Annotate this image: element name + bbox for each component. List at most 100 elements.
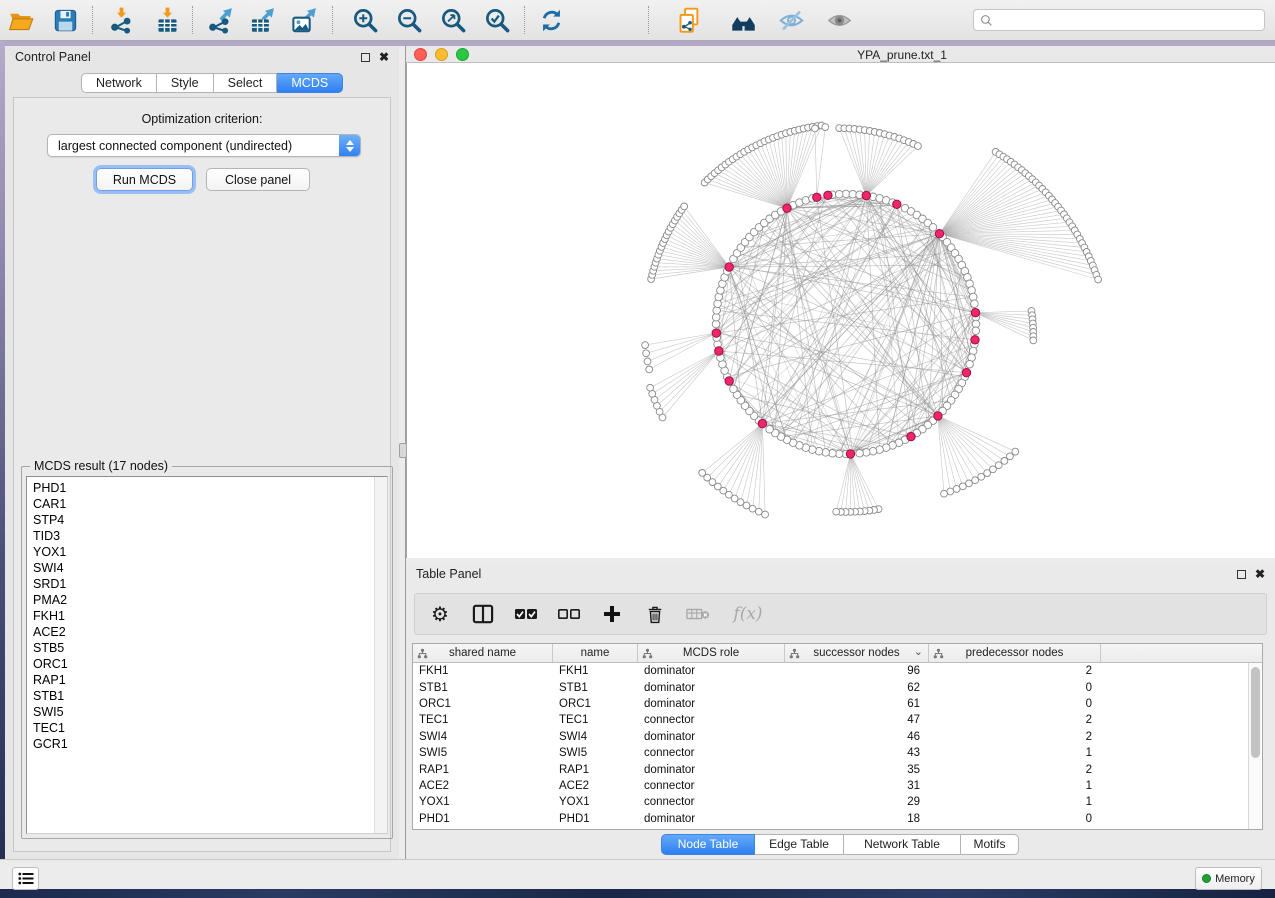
table-row[interactable]: ACE2 ACE2 connector 31 1 bbox=[413, 778, 1248, 794]
table-row[interactable]: SWI5 SWI5 connector 43 1 bbox=[413, 745, 1248, 761]
list-scrollbar[interactable] bbox=[374, 477, 387, 833]
mcds-node-item[interactable]: TEC1 bbox=[33, 720, 387, 736]
zoom-out-button[interactable] bbox=[393, 5, 425, 36]
table-row[interactable]: ORC1 ORC1 dominator 61 0 bbox=[413, 696, 1248, 712]
column-header-shared-name[interactable]: shared name bbox=[413, 644, 553, 662]
float-panel-icon[interactable] bbox=[361, 53, 370, 62]
show-all-button[interactable] bbox=[823, 5, 855, 36]
graph-node[interactable] bbox=[971, 300, 979, 308]
mcds-node[interactable] bbox=[725, 263, 733, 271]
tab-network[interactable]: Network bbox=[81, 73, 157, 93]
memory-button[interactable]: Memory bbox=[1195, 867, 1262, 890]
mcds-node-item[interactable]: TID3 bbox=[33, 528, 387, 544]
mcds-node-item[interactable]: RAP1 bbox=[33, 672, 387, 688]
traffic-light-zoom[interactable] bbox=[456, 48, 469, 61]
graph-node[interactable] bbox=[812, 125, 819, 132]
mcds-node[interactable] bbox=[783, 204, 791, 212]
tab-edge-table[interactable]: Edge Table bbox=[755, 834, 844, 855]
network-graph[interactable] bbox=[407, 63, 1275, 558]
graph-node[interactable] bbox=[929, 224, 937, 232]
mcds-node-item[interactable]: FKH1 bbox=[33, 608, 387, 624]
export-image-button[interactable] bbox=[287, 5, 319, 36]
network-canvas[interactable] bbox=[406, 63, 1275, 558]
mcds-node[interactable] bbox=[893, 200, 901, 208]
toggle-panes-button[interactable] bbox=[470, 601, 496, 627]
graph-node[interactable] bbox=[947, 488, 954, 495]
new-network-from-selection-button[interactable] bbox=[673, 5, 705, 36]
deselect-all-button[interactable] bbox=[556, 601, 582, 627]
mcds-node[interactable] bbox=[725, 377, 733, 385]
mcds-node-item[interactable]: STB5 bbox=[33, 640, 387, 656]
table-row[interactable]: STB1 STB1 dominator 62 0 bbox=[413, 679, 1248, 695]
graph-node[interactable] bbox=[646, 366, 653, 373]
delete-column-button[interactable] bbox=[642, 601, 668, 627]
column-header-successor-nodes[interactable]: successor nodes ⌄ bbox=[785, 644, 929, 662]
mcds-node-item[interactable]: CAR1 bbox=[33, 496, 387, 512]
mcds-node-item[interactable]: STP4 bbox=[33, 512, 387, 528]
graph-node[interactable] bbox=[915, 143, 922, 150]
mcds-node-item[interactable]: PHD1 bbox=[33, 480, 387, 496]
zoom-selected-button[interactable] bbox=[481, 5, 513, 36]
graph-node[interactable] bbox=[833, 508, 840, 515]
graph-node[interactable] bbox=[755, 508, 762, 515]
hide-selected-button[interactable] bbox=[775, 5, 807, 36]
graph-node[interactable] bbox=[835, 190, 843, 198]
mcds-node[interactable] bbox=[846, 450, 854, 458]
mcds-node[interactable] bbox=[862, 191, 870, 199]
mcds-node-item[interactable]: PMA2 bbox=[33, 592, 387, 608]
traffic-light-minimize[interactable] bbox=[435, 48, 448, 61]
close-panel-icon[interactable]: ✖ bbox=[1255, 569, 1265, 579]
mcds-node[interactable] bbox=[971, 309, 979, 317]
tab-select[interactable]: Select bbox=[214, 73, 278, 93]
tab-style[interactable]: Style bbox=[157, 73, 214, 93]
mcds-node[interactable] bbox=[962, 369, 970, 377]
table-row[interactable]: SWI4 SWI4 dominator 46 2 bbox=[413, 729, 1248, 745]
mcds-node[interactable] bbox=[935, 230, 943, 238]
mcds-node[interactable] bbox=[907, 432, 915, 440]
export-table-button[interactable] bbox=[245, 5, 277, 36]
graph-node[interactable] bbox=[966, 360, 974, 368]
table-settings-button[interactable]: ⚙ bbox=[427, 601, 453, 627]
scrollbar-thumb[interactable] bbox=[1251, 667, 1260, 758]
mcds-node-item[interactable]: YOX1 bbox=[33, 544, 387, 560]
graph-node[interactable] bbox=[978, 473, 985, 480]
graph-node[interactable] bbox=[644, 358, 651, 365]
graph-node[interactable] bbox=[972, 327, 980, 335]
traffic-light-close[interactable] bbox=[414, 48, 427, 61]
table-scrollbar[interactable] bbox=[1248, 663, 1262, 829]
mcds-node-item[interactable]: SRD1 bbox=[33, 576, 387, 592]
open-file-button[interactable] bbox=[5, 5, 37, 36]
run-mcds-button[interactable]: Run MCDS bbox=[96, 168, 193, 191]
mcds-node[interactable] bbox=[715, 347, 723, 355]
graph-node[interactable] bbox=[762, 511, 769, 518]
mcds-node[interactable] bbox=[758, 419, 766, 427]
zoom-fit-button[interactable] bbox=[437, 5, 469, 36]
tab-network-table[interactable]: Network Table bbox=[844, 834, 961, 855]
mcds-node[interactable] bbox=[971, 336, 979, 344]
add-column-button[interactable] bbox=[599, 601, 625, 627]
mcds-node[interactable] bbox=[934, 412, 942, 420]
graph-node[interactable] bbox=[856, 450, 864, 458]
table-row[interactable]: TEC1 TEC1 connector 47 2 bbox=[413, 712, 1248, 728]
graph-node[interactable] bbox=[941, 490, 948, 497]
graph-node[interactable] bbox=[647, 384, 654, 391]
float-panel-icon[interactable] bbox=[1237, 570, 1246, 579]
table-row[interactable]: RAP1 RAP1 dominator 35 2 bbox=[413, 761, 1248, 777]
graph-node[interactable] bbox=[699, 470, 706, 477]
mcds-node-item[interactable]: ACE2 bbox=[33, 624, 387, 640]
import-table-button[interactable] bbox=[151, 5, 183, 36]
graph-node[interactable] bbox=[730, 385, 738, 393]
tab-motifs[interactable]: Motifs bbox=[961, 834, 1019, 855]
graph-node[interactable] bbox=[642, 342, 649, 349]
mcds-node-item[interactable]: SWI5 bbox=[33, 704, 387, 720]
graph-node[interactable] bbox=[822, 124, 829, 131]
mcds-node[interactable] bbox=[712, 329, 720, 337]
mcds-node[interactable] bbox=[824, 191, 832, 199]
import-network-button[interactable] bbox=[105, 5, 137, 36]
apply-layout-button[interactable] bbox=[535, 5, 567, 36]
graph-node[interactable] bbox=[643, 350, 650, 357]
graph-node[interactable] bbox=[766, 425, 774, 433]
table-row[interactable]: YOX1 YOX1 connector 29 1 bbox=[413, 794, 1248, 810]
vertical-splitter[interactable] bbox=[399, 46, 406, 859]
table-row[interactable]: PHD1 PHD1 dominator 18 0 bbox=[413, 811, 1248, 827]
